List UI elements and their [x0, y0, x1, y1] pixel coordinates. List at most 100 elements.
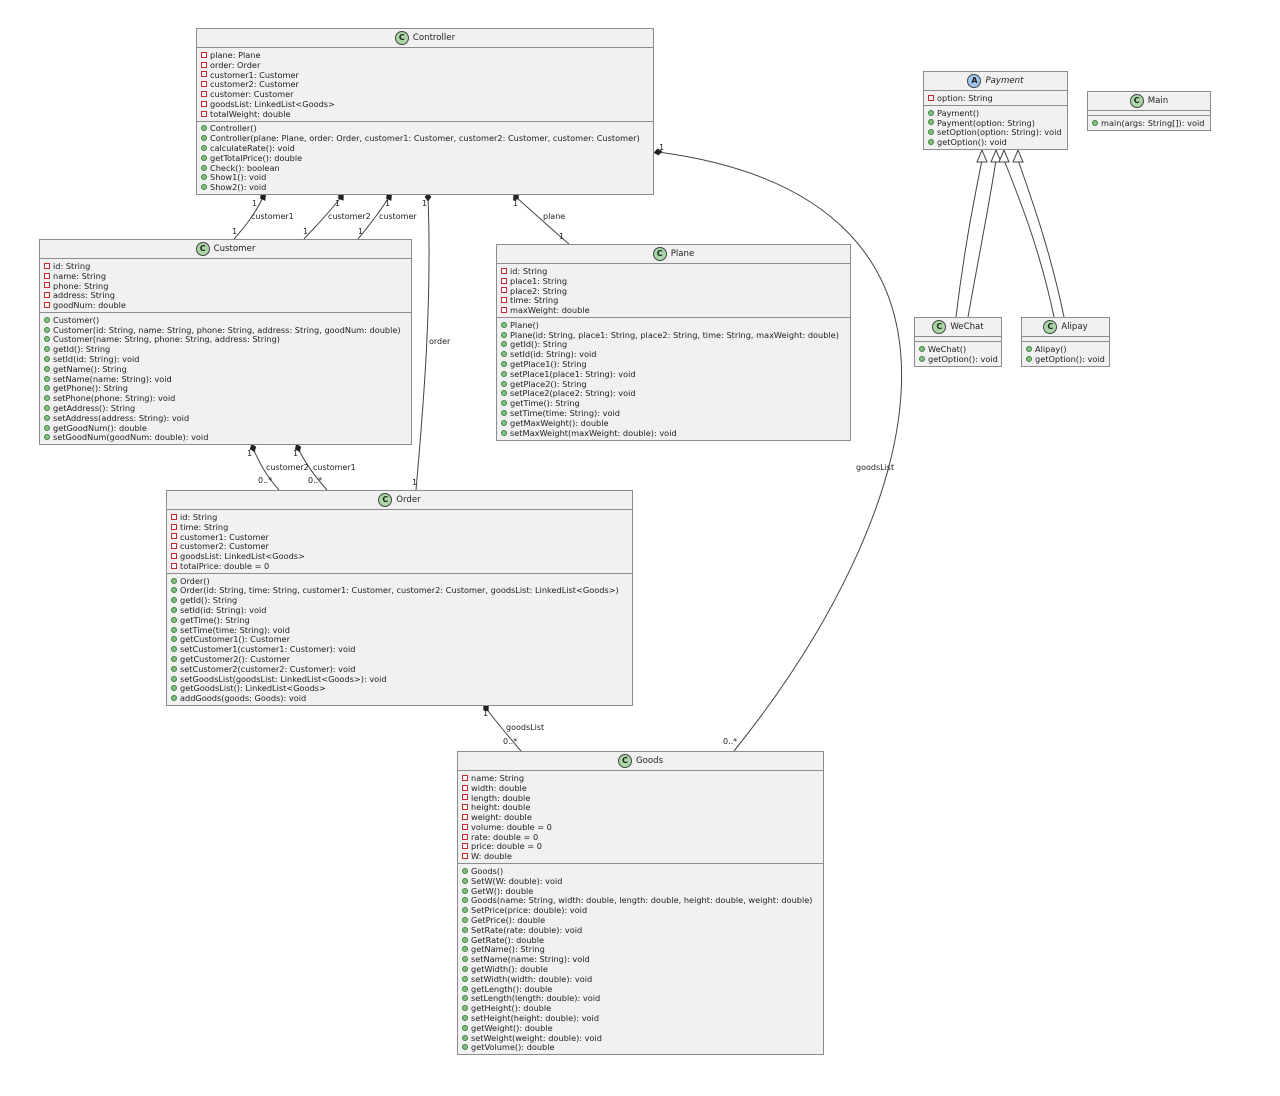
public-visibility-icon [44, 385, 50, 392]
private-visibility-icon [201, 61, 207, 68]
public-visibility-icon [462, 897, 468, 904]
class-order[interactable]: C Order id: String time: String customer1: C… [166, 490, 633, 707]
public-visibility-icon [462, 1024, 468, 1031]
public-visibility-icon [201, 164, 207, 171]
class-icon: C [652, 247, 667, 261]
method-text: getWeight(): double [471, 1022, 553, 1033]
field-row: width: double [462, 783, 819, 793]
method-text: getId(): String [510, 339, 568, 350]
public-visibility-icon [171, 607, 177, 614]
class-alipay[interactable]: C Alipay Alipay() getOption(): void [1021, 317, 1110, 367]
class-main[interactable]: C Main main(args: String[]): void [1087, 91, 1211, 131]
class-name: Order [396, 495, 421, 505]
private-visibility-icon [201, 100, 207, 107]
field-row: volume: double = 0 [462, 822, 819, 832]
public-visibility-icon [462, 956, 468, 963]
method-text: setPlace2(place2: String): void [510, 388, 636, 399]
method-text: Customer(name: String, phone: String, ad… [53, 334, 280, 345]
fields-section: name: String width: double length: double h… [458, 771, 823, 863]
edge-alipay-extends-payment-2 [1017, 159, 1065, 318]
method-row: getPlace1(): String [501, 359, 846, 369]
public-visibility-icon [462, 917, 468, 924]
class-goods[interactable]: C Goods name: String width: double length: d… [457, 751, 824, 1056]
field-row: weight: double [462, 812, 819, 822]
public-visibility-icon [201, 154, 207, 161]
class-plane[interactable]: C Plane id: String place1: String place2: St… [496, 244, 851, 441]
edge-label-order: order [429, 337, 451, 346]
mult-from-customer2: 1 [335, 199, 340, 208]
method-text: getGoodsList(): LinkedList<Goods> [180, 683, 326, 694]
public-visibility-icon [462, 926, 468, 933]
private-visibility-icon [501, 287, 507, 294]
private-visibility-icon [462, 833, 468, 840]
method-row: Payment(option: String) [928, 118, 1063, 128]
private-visibility-icon [462, 784, 468, 791]
method-text: Check(): boolean [210, 162, 280, 173]
public-visibility-icon [44, 365, 50, 372]
method-text: setTime(time: String): void [180, 624, 290, 635]
class-icon: C [378, 493, 393, 507]
field-row: customer2: Customer [171, 541, 628, 551]
public-visibility-icon [462, 1034, 468, 1041]
edge-label-order-customer2: customer2 [266, 463, 309, 472]
field-text: address: String [53, 290, 115, 301]
field-text: customer1: Customer [210, 69, 299, 80]
method-row: WeChat() [919, 344, 997, 354]
method-row: setPlace2(place2: String): void [501, 388, 846, 399]
methods-section: Controller() Controller(plane: Plane, ord… [197, 120, 653, 195]
method-row: Plane() [501, 320, 846, 330]
public-visibility-icon [501, 370, 507, 377]
public-visibility-icon [501, 321, 507, 328]
method-row: Show2(): void [201, 182, 649, 192]
mult-from-customer1: 1 [252, 199, 257, 208]
methods-section: main(args: String[]): void [1088, 115, 1210, 130]
methods-section: Goods() SetW(W: double): void GetW(): doub… [458, 863, 823, 1054]
class-icon: C [1129, 94, 1144, 108]
field-row: customer1: Customer [171, 532, 628, 542]
method-row: Plane(id: String, place1: String, place2… [501, 330, 846, 340]
private-visibility-icon [44, 282, 50, 289]
method-row: getOption(): void [919, 354, 998, 364]
mult-to-order-customer1: 0..* [308, 476, 322, 485]
method-text: setPlace1(place1: String): void [510, 368, 636, 379]
public-visibility-icon [462, 975, 468, 982]
field-row: customer1: Customer [201, 70, 649, 80]
private-visibility-icon [462, 814, 468, 821]
method-text: getId(): String [180, 595, 238, 606]
private-visibility-icon [201, 81, 207, 88]
method-row: SetW(W: double): void [462, 876, 819, 886]
edge-controller-order [415, 196, 430, 491]
fields-section: id: String name: String phone: String addre… [40, 259, 411, 312]
class-customer[interactable]: C Customer id: String name: String phone: St… [39, 239, 412, 446]
method-row: getId(): String [501, 339, 846, 350]
class-controller[interactable]: C Controller plane: Plane order: Order custo… [196, 28, 654, 196]
method-text: setAddress(address: String): void [53, 412, 190, 423]
method-text: getOption(): void [937, 137, 1007, 148]
field-text: price: double = 0 [471, 841, 542, 852]
method-text: Payment() [937, 107, 980, 118]
edge-controller-goods [657, 151, 902, 752]
public-visibility-icon [501, 429, 507, 436]
mult-from-customer: 1 [385, 199, 390, 208]
method-row: getCustomer1(): Customer [171, 634, 628, 644]
method-row: getPhone(): String [44, 383, 407, 393]
field-text: phone: String [53, 280, 109, 291]
private-visibility-icon [501, 267, 507, 274]
method-row: getName(): String [44, 364, 407, 374]
method-text: getHeight(): double [471, 1003, 552, 1014]
method-row: setPlace1(place1: String): void [501, 369, 846, 379]
edge-label-customer2: customer2 [328, 212, 371, 221]
class-payment[interactable]: A Payment option: String Payment() Payment(o… [923, 71, 1068, 150]
field-row: option: String [928, 93, 1063, 103]
method-row: getLength(): double [462, 984, 819, 994]
class-wechat[interactable]: C WeChat WeChat() getOption(): void [914, 317, 1002, 367]
edge-label-order-customer1: customer1 [313, 463, 356, 472]
method-row: setTime(time: String): void [501, 408, 846, 418]
method-text: SetW(W: double): void [471, 875, 563, 886]
private-visibility-icon [462, 804, 468, 811]
method-text: getLength(): double [471, 983, 553, 994]
method-text: getName(): String [53, 363, 127, 374]
method-text: setCustomer1(customer1: Customer): void [180, 644, 356, 655]
method-text: setOption(option: String): void [937, 127, 1062, 138]
class-header: A Payment [924, 72, 1067, 91]
